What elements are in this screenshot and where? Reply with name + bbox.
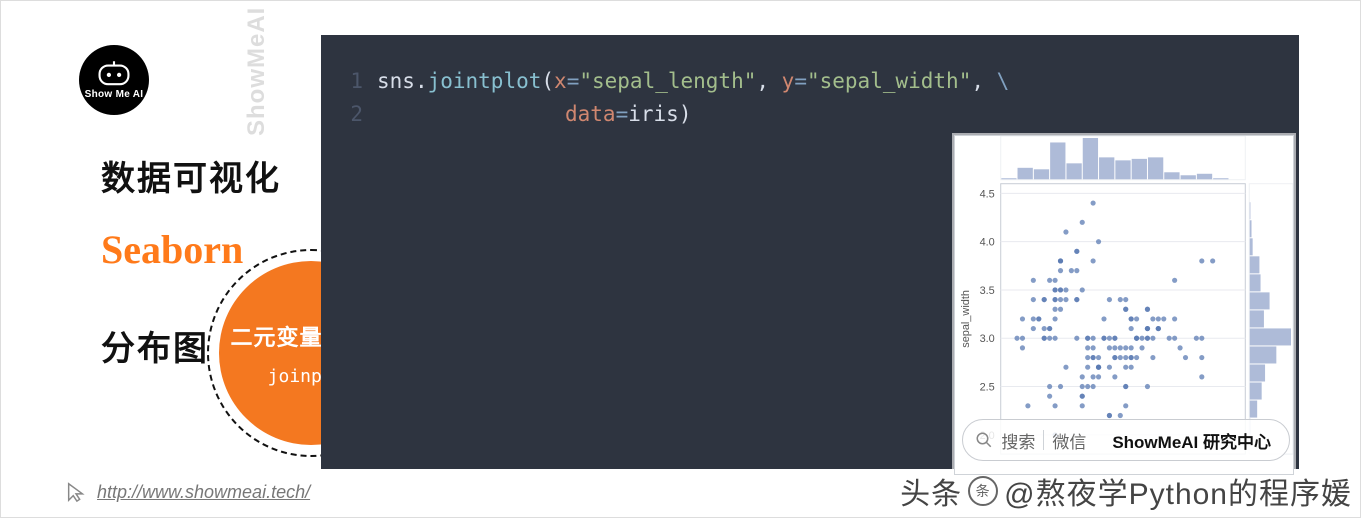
search-hint: 搜索 bbox=[1001, 428, 1035, 453]
code-token: sns bbox=[377, 69, 415, 93]
code-token: iris bbox=[628, 102, 679, 126]
line-number: 2 bbox=[341, 98, 377, 131]
search-wx: 微信 bbox=[1052, 428, 1086, 453]
code-token: = bbox=[616, 102, 629, 126]
code-token: "sepal_width" bbox=[807, 69, 971, 93]
svg-text:4.5: 4.5 bbox=[980, 188, 995, 200]
code-line: 2 data=iris) bbox=[341, 98, 1279, 131]
search-bubble[interactable]: 搜索 微信 ShowMeAI 研究中心 bbox=[962, 419, 1290, 461]
banner-handle: @熬夜学Python的程序媛 bbox=[1004, 469, 1352, 513]
code-line: 1 sns.jointplot(x="sepal_length", y="sep… bbox=[341, 65, 1279, 98]
code-token: "sepal_length" bbox=[579, 69, 756, 93]
footer-link[interactable]: http://www.showmeai.tech/ bbox=[97, 482, 310, 503]
code-token: ) bbox=[679, 102, 692, 126]
cursor-icon bbox=[65, 481, 87, 503]
svg-text:3.0: 3.0 bbox=[980, 333, 995, 345]
line-number: 1 bbox=[341, 65, 377, 98]
code-token: , bbox=[971, 69, 996, 93]
section-cn: 分布图 bbox=[101, 321, 209, 370]
search-center: ShowMeAI 研究中心 bbox=[1112, 428, 1271, 453]
brand-logo-label: Show Me AI bbox=[85, 89, 144, 100]
svg-text:4.0: 4.0 bbox=[980, 237, 995, 249]
code-token: data bbox=[565, 102, 616, 126]
code-token: ( bbox=[541, 69, 554, 93]
code-token: , bbox=[756, 69, 781, 93]
robot-icon bbox=[97, 61, 131, 87]
code-token: = bbox=[794, 69, 807, 93]
svg-text:3.5: 3.5 bbox=[980, 285, 995, 297]
attribution-banner: 头条 条 @熬夜学Python的程序媛 bbox=[900, 469, 1352, 513]
title-cn: 数据可视化 bbox=[101, 151, 281, 200]
svg-text:sepal_width: sepal_width bbox=[960, 290, 972, 348]
code-token: \ bbox=[997, 69, 1010, 93]
search-icon bbox=[975, 431, 993, 449]
library-name: Seaborn bbox=[101, 226, 243, 273]
code-token: . bbox=[415, 69, 428, 93]
footer: http://www.showmeai.tech/ bbox=[65, 481, 310, 503]
divider bbox=[1043, 430, 1044, 450]
code-token: y bbox=[782, 69, 795, 93]
code-token: jointplot bbox=[428, 69, 542, 93]
brand-logo: Show Me AI bbox=[79, 45, 149, 115]
watermark-left: ShowMeAI bbox=[243, 7, 271, 136]
headline-icon: 条 bbox=[968, 476, 998, 506]
svg-text:2.5: 2.5 bbox=[980, 381, 995, 393]
banner-prefix: 头条 bbox=[900, 469, 962, 513]
code-token: = bbox=[567, 69, 580, 93]
code-token: x bbox=[554, 69, 567, 93]
